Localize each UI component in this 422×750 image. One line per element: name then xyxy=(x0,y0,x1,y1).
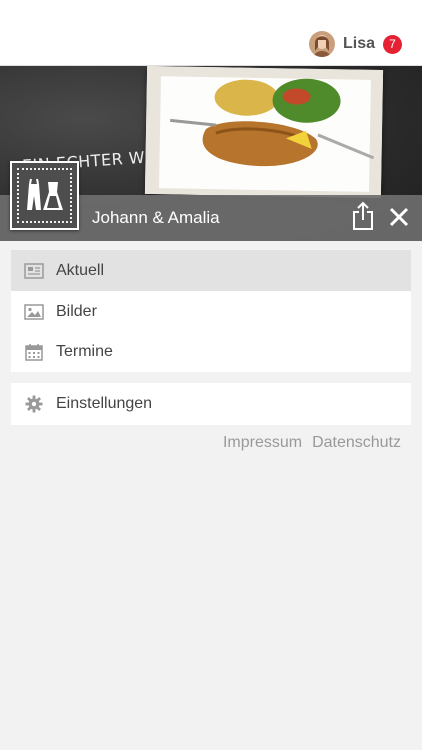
avatar[interactable] xyxy=(308,31,335,57)
page-logo[interactable] xyxy=(10,161,79,230)
dirndl-lederhosen-icon xyxy=(27,178,63,210)
gear-icon xyxy=(24,394,44,414)
share-icon[interactable] xyxy=(350,201,376,231)
footer-links: Impressum Datenschutz xyxy=(223,434,401,452)
menu-item-label: Termine xyxy=(56,342,113,360)
menu-item-label: Aktuell xyxy=(56,261,105,279)
menu-item-bilder[interactable]: Bilder xyxy=(11,291,411,332)
menu-item-termine[interactable]: Termine xyxy=(11,331,411,372)
calendar-icon xyxy=(24,342,44,362)
notification-badge[interactable]: 7 xyxy=(383,34,402,54)
menu-item-einstellungen[interactable]: Einstellungen xyxy=(11,383,411,424)
close-icon[interactable] xyxy=(386,204,412,230)
menu-item-label: Bilder xyxy=(56,302,97,320)
image-icon xyxy=(24,302,44,322)
logo-stitch-border xyxy=(17,168,72,223)
impressum-link[interactable]: Impressum xyxy=(223,434,302,452)
top-bar: Lisa 7 xyxy=(0,0,422,66)
user-profile[interactable]: Lisa 7 xyxy=(308,30,402,58)
username[interactable]: Lisa xyxy=(343,35,375,53)
menu-item-aktuell[interactable]: Aktuell xyxy=(11,250,411,291)
schnitzel-photo xyxy=(144,66,384,199)
newspaper-icon xyxy=(24,261,44,281)
datenschutz-link[interactable]: Datenschutz xyxy=(312,434,401,452)
page-title: Johann & Amalia xyxy=(92,208,220,227)
main-menu: Aktuell Bilder Termine xyxy=(11,250,411,372)
settings-menu: Einstellungen xyxy=(11,383,411,425)
menu-item-label: Einstellungen xyxy=(56,394,153,412)
